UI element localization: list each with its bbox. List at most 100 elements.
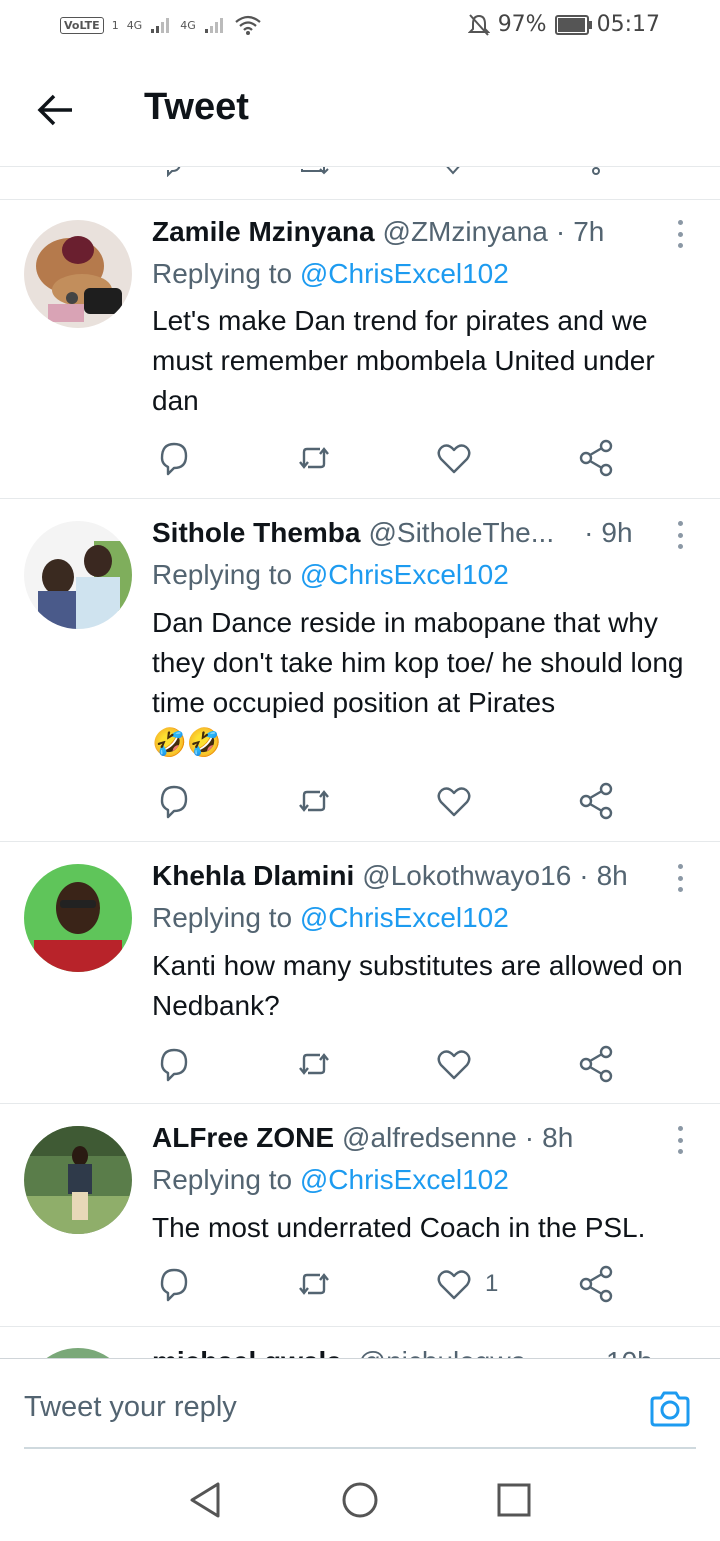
more-vertical-icon[interactable]	[676, 864, 684, 892]
replying-to-label: Replying to	[152, 1164, 293, 1195]
share-icon[interactable]	[576, 1264, 616, 1304]
tweet-text-content: Dan Dance reside in mabopane that why th…	[152, 607, 684, 718]
timestamp: 7h	[573, 216, 605, 247]
tweet-header: Sithole Themba @SitholeThe... · 9h	[152, 517, 633, 549]
emoji: 🤣🤣	[152, 727, 222, 758]
avatar[interactable]	[24, 864, 132, 972]
retweet-icon[interactable]	[300, 166, 330, 177]
tweet-actions: 1	[152, 1264, 622, 1304]
heart-icon[interactable]	[440, 166, 466, 177]
retweet-icon[interactable]	[294, 438, 334, 478]
reply-input[interactable]: Tweet your reply	[24, 1391, 237, 1424]
composer-divider	[24, 1447, 696, 1449]
heart-icon[interactable]	[434, 1264, 474, 1304]
signal-icon	[151, 18, 170, 33]
avatar[interactable]	[24, 521, 132, 629]
separator-dot: ·	[555, 216, 566, 247]
mention-link[interactable]: @ChrisExcel102	[300, 902, 509, 933]
tweet-header: Zamile Mzinyana @ZMzinyana · 7h	[152, 216, 604, 248]
heart-icon[interactable]	[434, 1044, 474, 1084]
heart-icon[interactable]	[434, 438, 474, 478]
camera-icon[interactable]	[648, 1389, 692, 1429]
display-name[interactable]: Khehla Dlamini	[152, 860, 354, 892]
replying-to-label: Replying to	[152, 258, 293, 289]
retweet-icon[interactable]	[294, 1044, 334, 1084]
display-name[interactable]: ALFree ZONE	[152, 1122, 334, 1154]
battery-percent: 97%	[497, 12, 547, 37]
share-icon[interactable]	[576, 1044, 616, 1084]
tweet-header: ALFree ZONE @alfredsenne · 8h	[152, 1122, 573, 1154]
reply-tweet[interactable]: Zamile Mzinyana @ZMzinyana · 7h Replying…	[0, 198, 720, 499]
display-name[interactable]: michael gwala	[152, 1346, 342, 1358]
timestamp: 9h	[601, 517, 633, 548]
avatar[interactable]	[24, 1126, 132, 1234]
timestamp: 8h	[596, 860, 628, 891]
reply-icon[interactable]	[154, 781, 194, 821]
partial-tweet[interactable]: michael gwala @nichulegwa 10h	[0, 1326, 720, 1358]
sim-indicator: 1	[111, 18, 119, 32]
user-handle[interactable]: @SitholeThe...	[368, 517, 554, 549]
page-title: Tweet	[144, 86, 249, 128]
tweet-actions	[152, 781, 622, 821]
arrow-left-icon[interactable]	[36, 90, 76, 130]
timestamp: 10h	[606, 1346, 653, 1358]
user-handle[interactable]: @nichulegwa	[358, 1346, 527, 1358]
reply-composer: Tweet your reply	[0, 1358, 720, 1451]
status-left: VoLTE 1 4G 4G	[60, 14, 262, 36]
reply-icon[interactable]	[154, 438, 194, 478]
mute-bell-icon	[467, 13, 490, 36]
status-right: 97% 05:17	[467, 12, 660, 37]
nav-back-icon[interactable]	[186, 1480, 226, 1520]
reply-icon[interactable]	[154, 1264, 194, 1304]
reply-icon[interactable]	[154, 1044, 194, 1084]
mention-link[interactable]: @ChrisExcel102	[300, 1164, 509, 1195]
retweet-icon[interactable]	[294, 1264, 334, 1304]
tweet-actions	[152, 438, 622, 478]
share-icon[interactable]	[590, 166, 610, 177]
user-handle[interactable]: @Lokothwayo16	[362, 860, 571, 892]
retweet-icon[interactable]	[294, 781, 334, 821]
tweet-header: Khehla Dlamini @Lokothwayo16 · 8h	[152, 860, 628, 892]
avatar[interactable]	[24, 1348, 132, 1358]
tweet-text: Kanti how many substitutes are allowed o…	[152, 950, 683, 1021]
previous-tweet-actions	[0, 166, 720, 200]
network-type-1: 4G	[126, 18, 143, 32]
tweet-text: Dan Dance reside in mabopane that why th…	[152, 603, 702, 763]
replying-to-label: Replying to	[152, 559, 293, 590]
separator-dot: ·	[579, 860, 589, 891]
app-bar: Tweet	[0, 56, 720, 166]
tweet-header: michael gwala @nichulegwa	[152, 1346, 526, 1358]
separator-dot: ·	[524, 1122, 535, 1153]
replying-to: Replying to @ChrisExcel102	[152, 258, 509, 290]
display-name[interactable]: Sithole Themba	[152, 517, 360, 549]
battery-icon	[554, 14, 592, 35]
share-icon[interactable]	[576, 781, 616, 821]
like-count: 1	[485, 1270, 499, 1297]
clock: 05:17	[596, 12, 660, 37]
tweet-text: Let's make Dan trend for pirates and we …	[152, 305, 655, 416]
user-handle[interactable]: @ZMzinyana	[383, 216, 548, 248]
separator-dot: ·	[584, 517, 594, 548]
replying-to: Replying to @ChrisExcel102	[152, 1164, 509, 1196]
reply-tweet[interactable]: Khehla Dlamini @Lokothwayo16 · 8h Replyi…	[0, 842, 720, 1104]
user-handle[interactable]: @alfredsenne	[342, 1122, 517, 1154]
more-vertical-icon[interactable]	[676, 521, 684, 549]
reply-tweet[interactable]: ALFree ZONE @alfredsenne · 8h Replying t…	[0, 1104, 720, 1327]
mention-link[interactable]: @ChrisExcel102	[300, 559, 509, 590]
heart-icon[interactable]	[434, 781, 474, 821]
replying-to-label: Replying to	[152, 902, 293, 933]
more-vertical-icon[interactable]	[676, 220, 684, 248]
tweet-text: The most underrated Coach in the PSL.	[152, 1212, 646, 1243]
reply-icon[interactable]	[160, 166, 184, 177]
tweet-actions	[152, 1044, 622, 1084]
more-vertical-icon[interactable]	[676, 1126, 684, 1154]
share-icon[interactable]	[576, 438, 616, 478]
reply-tweet[interactable]: Sithole Themba @SitholeThe... · 9h Reply…	[0, 499, 720, 842]
display-name[interactable]: Zamile Mzinyana	[152, 216, 375, 248]
avatar[interactable]	[24, 220, 132, 328]
volte-badge: VoLTE	[60, 16, 104, 34]
mention-link[interactable]: @ChrisExcel102	[300, 258, 509, 289]
status-bar: VoLTE 1 4G 4G 97% 05:17	[0, 0, 720, 56]
nav-recents-icon[interactable]	[494, 1480, 534, 1520]
nav-home-icon[interactable]	[340, 1480, 380, 1520]
